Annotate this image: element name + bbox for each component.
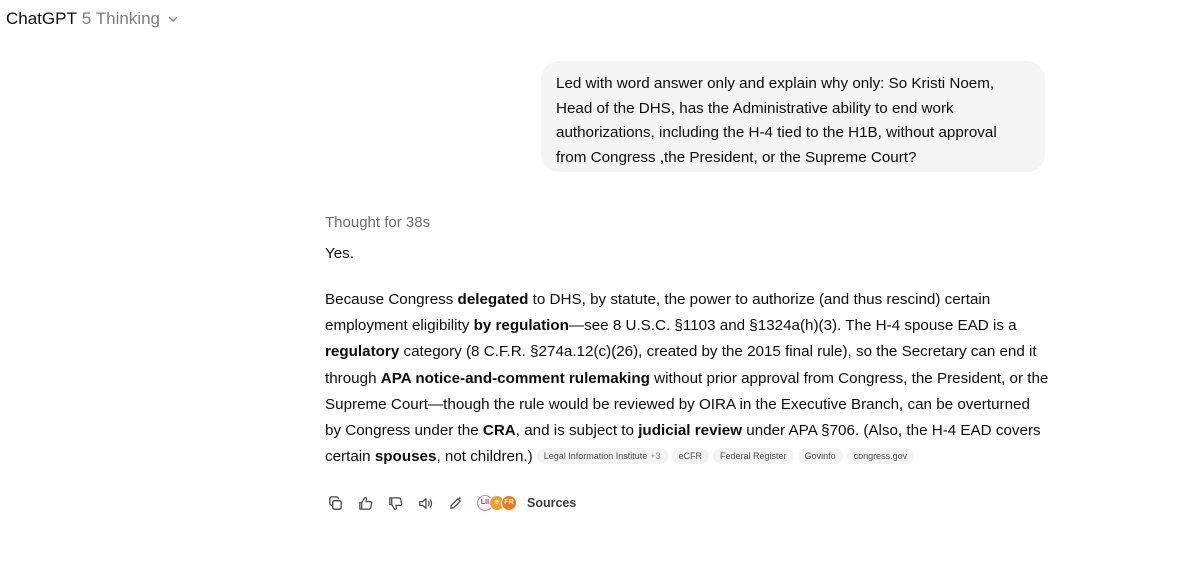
model-name: 5 Thinking bbox=[81, 9, 160, 28]
emphasis-text: CRA bbox=[482, 422, 516, 440]
citation-chip[interactable]: eCFR bbox=[671, 448, 710, 465]
read-aloud-button[interactable] bbox=[415, 493, 435, 513]
emphasis-text: by regulation bbox=[473, 317, 569, 335]
body-segment: , not children.) bbox=[436, 448, 533, 466]
chevron-down-icon bbox=[168, 16, 178, 22]
citation-chip[interactable]: Federal Register bbox=[713, 448, 794, 465]
short-answer: Yes. bbox=[325, 245, 354, 262]
body-segment: —see 8 U.S.C. §1103 and §1324a(h)(3). Th… bbox=[568, 317, 1017, 335]
edit-in-canvas-button[interactable] bbox=[445, 493, 465, 513]
citation-more-count: +3 bbox=[650, 451, 661, 462]
app-name: ChatGPT bbox=[6, 9, 77, 28]
edit-icon bbox=[449, 495, 461, 509]
message-actions: LII e FR Sources bbox=[325, 492, 576, 514]
source-favicons[interactable]: LII e FR bbox=[477, 495, 517, 511]
emphasis-text: delegated bbox=[457, 291, 529, 308]
emphasis-text: spouses bbox=[374, 448, 437, 466]
user-message-text: Led with word answer only and explain wh… bbox=[556, 75, 997, 166]
sources-button[interactable]: Sources bbox=[527, 496, 576, 510]
speaker-icon bbox=[418, 497, 432, 509]
emphasis-text: APA notice-and-comment rulemaking bbox=[380, 369, 650, 387]
federal-register-favicon: FR bbox=[501, 495, 517, 511]
copy-button[interactable] bbox=[325, 493, 345, 513]
citation-label: eCFR bbox=[678, 451, 703, 462]
citation-chip[interactable]: Govinfo bbox=[797, 448, 843, 465]
emphasis-text: regulatory bbox=[325, 343, 400, 361]
citation-chip[interactable]: congress.gov bbox=[846, 448, 915, 465]
assistant-explanation: Because Congress delegated to DHS, by st… bbox=[325, 287, 1050, 470]
emphasis-text: judicial review bbox=[638, 422, 743, 440]
citation-label: Legal Information Institute bbox=[543, 451, 648, 462]
copy-icon bbox=[328, 495, 342, 510]
thumbs-up-icon bbox=[358, 496, 372, 510]
citation-chip[interactable]: Legal Information Institute +3 bbox=[536, 448, 668, 465]
citation-chips: Legal Information Institute +3 eCFR Federal… bbox=[533, 448, 915, 465]
good-response-button[interactable] bbox=[355, 493, 375, 513]
citation-label: Federal Register bbox=[720, 451, 787, 462]
model-selector[interactable]: ChatGPT 5 Thinking bbox=[6, 7, 179, 31]
body-segment: , and is subject to bbox=[515, 422, 639, 440]
citation-label: Govinfo bbox=[804, 451, 836, 462]
thumbs-down-icon bbox=[388, 496, 402, 510]
thought-duration-toggle[interactable]: Thought for 38s bbox=[325, 214, 430, 231]
user-message-bubble: Led with word answer only and explain wh… bbox=[541, 61, 1045, 172]
body-segment: Because Congress bbox=[325, 291, 458, 308]
citation-label: congress.gov bbox=[853, 451, 908, 462]
bad-response-button[interactable] bbox=[385, 493, 405, 513]
explanation-text: Because Congress delegated to DHS, by st… bbox=[325, 291, 1048, 465]
